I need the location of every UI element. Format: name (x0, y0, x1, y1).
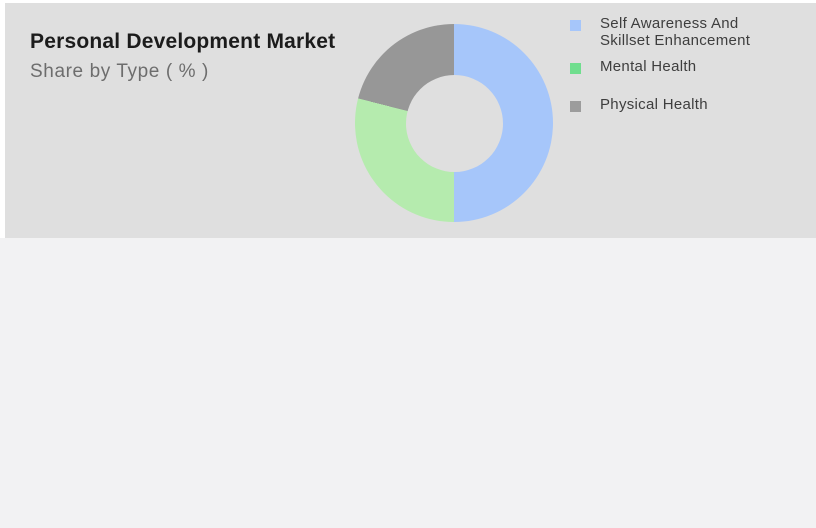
legend-swatch-icon (570, 63, 581, 74)
legend-item: Mental Health (570, 58, 697, 76)
page-subtitle: Share by Type ( % ) (30, 61, 209, 82)
donut-chart (355, 24, 553, 222)
header-panel: Personal Development Market Share by Typ… (5, 3, 816, 238)
bar-chart-section: 2019202020212022202320242025202620272028… (0, 238, 816, 528)
donut-hole (405, 74, 503, 172)
page-title: Personal Development Market (30, 30, 336, 53)
legend-label: Physical Health (600, 96, 708, 113)
legend-swatch-icon (570, 20, 581, 31)
legend-label: Self Awareness And Skillset Enhancement (600, 15, 751, 49)
legend-swatch-icon (570, 101, 581, 112)
legend-label: Mental Health (600, 58, 697, 75)
infographic-page: Personal Development Market Share by Typ… (0, 0, 816, 528)
legend-item: Self Awareness And Skillset Enhancement (570, 15, 770, 49)
legend-item: Physical Health (570, 96, 708, 114)
